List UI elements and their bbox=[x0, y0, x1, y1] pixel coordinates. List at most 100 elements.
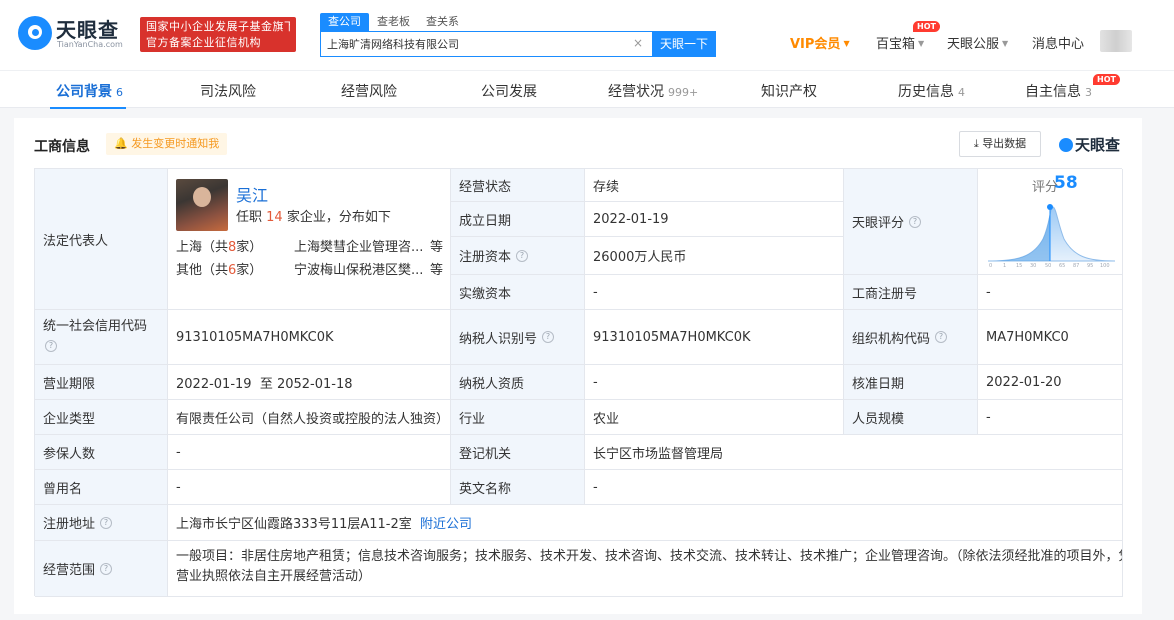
message-center-link[interactable]: 消息中心 bbox=[1032, 33, 1084, 52]
notify-label: 发生变更时通知我 bbox=[131, 137, 220, 150]
legal-rep-role: 任职 14 家企业，分布如下 bbox=[236, 206, 391, 225]
rep-location-shanghai: 上海（共8家） bbox=[176, 236, 262, 255]
clear-icon[interactable]: × bbox=[633, 36, 643, 50]
help-icon[interactable]: ? bbox=[516, 249, 529, 262]
tab-company-background[interactable]: 公司背景 6 bbox=[56, 81, 123, 101]
download-icon: ⤓ bbox=[973, 137, 979, 150]
tianyan-gongfu-menu[interactable]: 天眼公服 ▼ bbox=[947, 33, 1008, 52]
tab-intellectual-property[interactable]: 知识产权 bbox=[761, 81, 817, 101]
legal-rep-label: 法定代表人 bbox=[35, 169, 168, 310]
staff-size-label: 人员规模 bbox=[844, 400, 978, 435]
etc-text: 等 bbox=[430, 240, 444, 255]
chevron-down-icon: ▼ bbox=[1002, 39, 1009, 48]
vip-label: VIP会员 bbox=[790, 37, 841, 52]
search-tab-company[interactable]: 查公司 bbox=[320, 13, 369, 31]
loc-prefix: 上海（共 bbox=[176, 240, 229, 255]
tab-label: 历史信息 bbox=[898, 84, 954, 100]
former-name-value: - bbox=[168, 470, 451, 505]
tianyancha-watermark: 天眼查 bbox=[1059, 134, 1120, 155]
logo-eye-icon bbox=[18, 16, 52, 50]
help-icon[interactable]: ? bbox=[100, 562, 113, 575]
gov-badge: 国家中小企业发展子基金旗下 官方备案企业征信机构 bbox=[140, 17, 296, 52]
help-icon[interactable]: ? bbox=[45, 340, 57, 352]
authority-value: 长宁区市场监督管理局 bbox=[585, 435, 1123, 470]
baibaoxiang-menu[interactable]: 百宝箱 ▼ bbox=[876, 33, 924, 52]
industry-value: 农业 bbox=[585, 400, 844, 435]
search-tab-relation[interactable]: 查关系 bbox=[418, 13, 467, 31]
score-axis-tick: 0 bbox=[989, 263, 992, 269]
scope-line1: 一般项目：非居住房地产租赁；信息技术咨询服务；技术服务、技术开发、技术咨询、技术… bbox=[176, 549, 1123, 564]
search-button[interactable]: 天眼一下 bbox=[652, 31, 716, 57]
rep-location-other: 其他（共6家） bbox=[176, 259, 262, 278]
legal-rep-cell: 吴江 任职 14 家企业，分布如下 上海（共8家） 上海樊彗企业管理咨... 等… bbox=[168, 169, 451, 310]
former-name-label: 曾用名 bbox=[35, 470, 168, 505]
help-icon[interactable]: ? bbox=[100, 516, 113, 529]
credit-code-label-text: 统一社会信用代码 bbox=[43, 319, 148, 334]
vip-menu[interactable]: VIP会员 ▼ bbox=[790, 33, 850, 52]
help-icon[interactable]: ? bbox=[909, 215, 922, 228]
tab-history[interactable]: 历史信息 4 bbox=[898, 81, 965, 101]
tianyancha-logo[interactable]: 天眼查 TianYanCha.com bbox=[18, 16, 136, 52]
tab-label: 经营状况 bbox=[608, 84, 664, 100]
export-data-button[interactable]: ⤓ 导出数据 bbox=[959, 131, 1041, 157]
score-axis-tick: 87 bbox=[1073, 263, 1079, 269]
company-type-label: 企业类型 bbox=[35, 400, 168, 435]
score-axis-tick: 1 bbox=[1003, 263, 1006, 269]
business-info-table: 法定代表人 吴江 任职 14 家企业，分布如下 上海（共8家） 上海樊彗企业管理… bbox=[34, 168, 1123, 597]
score-axis-tick: 65 bbox=[1059, 263, 1065, 269]
loc-suffix: 家） bbox=[236, 240, 263, 255]
logo-eye-icon bbox=[1059, 138, 1073, 152]
tab-label: 公司背景 bbox=[56, 84, 112, 100]
score-axis-tick: 50 bbox=[1045, 263, 1051, 269]
score-axis-tick: 100 bbox=[1100, 263, 1110, 269]
insured-label: 参保人数 bbox=[35, 435, 168, 470]
english-name-label: 英文名称 bbox=[451, 470, 585, 505]
english-name-value: - bbox=[585, 470, 1123, 505]
bell-icon: 🔔 bbox=[114, 137, 128, 150]
industry-label: 行业 bbox=[451, 400, 585, 435]
score-axis-tick: 95 bbox=[1087, 263, 1093, 269]
search-input[interactable] bbox=[327, 36, 627, 52]
reg-capital-label-text: 注册资本 bbox=[459, 250, 512, 265]
org-code-label: 组织机构代码? bbox=[844, 310, 978, 365]
rep-company-link[interactable]: 上海樊彗企业管理咨... bbox=[294, 236, 423, 255]
score-axis-tick: 30 bbox=[1030, 263, 1036, 269]
taxpayer-id-label-text: 纳税人识别号 bbox=[459, 331, 538, 347]
staff-size-value: - bbox=[978, 400, 1123, 435]
address-label-text: 注册地址 bbox=[43, 517, 96, 532]
paid-capital-label: 实缴资本 bbox=[451, 275, 585, 310]
scope-value: 一般项目：非居住房地产租赁；信息技术咨询服务；技术服务、技术开发、技术咨询、技术… bbox=[168, 541, 1123, 597]
avatar[interactable] bbox=[1100, 30, 1132, 52]
legal-rep-name[interactable]: 吴江 bbox=[236, 182, 268, 206]
chevron-down-icon: ▼ bbox=[843, 39, 850, 48]
tab-company-development[interactable]: 公司发展 bbox=[481, 81, 537, 101]
role-suffix: 家企业，分布如下 bbox=[286, 210, 391, 225]
legal-rep-photo[interactable] bbox=[176, 179, 228, 231]
founded-label: 成立日期 bbox=[451, 202, 585, 237]
search-tab-boss[interactable]: 查老板 bbox=[369, 13, 418, 31]
search-type-tabs: 查公司 查老板 查关系 bbox=[320, 13, 467, 31]
notify-on-change-button[interactable]: 🔔 发生变更时通知我 bbox=[106, 133, 228, 155]
role-count: 14 bbox=[266, 210, 283, 225]
reg-no-label: 工商注册号 bbox=[844, 275, 978, 310]
score-axis-tick: 15 bbox=[1016, 263, 1022, 269]
etc-text: 等 bbox=[430, 263, 444, 278]
tianyan-gongfu-label: 天眼公服 bbox=[947, 37, 1000, 52]
tab-operating-status[interactable]: 经营状况 999+ bbox=[608, 81, 698, 101]
help-icon[interactable]: ? bbox=[542, 331, 555, 343]
logo-text: 天眼查 bbox=[56, 18, 119, 42]
rep-company-link[interactable]: 宁波梅山保税港区樊... bbox=[294, 259, 423, 278]
tab-self-info[interactable]: 自主信息 3 bbox=[1025, 81, 1092, 101]
taxpayer-id-value: 91310105MA7H0MKC0K bbox=[585, 310, 844, 365]
nearby-companies-link[interactable]: 附近公司 bbox=[420, 513, 472, 532]
score-value: 58 bbox=[1054, 173, 1078, 193]
tab-judicial-risk[interactable]: 司法风险 bbox=[200, 81, 256, 101]
tab-label: 自主信息 bbox=[1025, 84, 1081, 100]
tab-count: 4 bbox=[958, 86, 965, 99]
tab-business-risk[interactable]: 经营风险 bbox=[341, 81, 397, 101]
export-label: 导出数据 bbox=[982, 137, 1027, 150]
gov-badge-line2: 官方备案企业征信机构 bbox=[146, 36, 261, 49]
hot-badge: HOT bbox=[913, 21, 940, 32]
help-icon[interactable]: ? bbox=[935, 331, 948, 343]
company-type-value: 有限责任公司（自然人投资或控股的法人独资） bbox=[168, 400, 451, 435]
